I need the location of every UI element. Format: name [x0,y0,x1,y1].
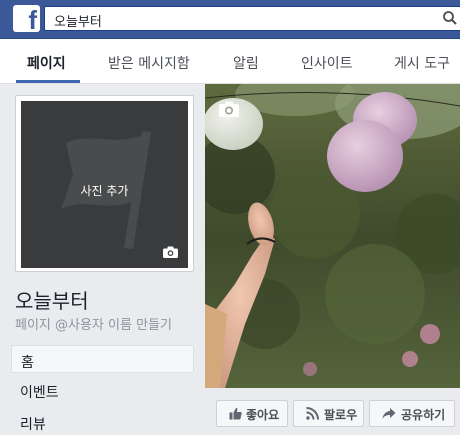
facebook-logo[interactable]: f [13,5,40,35]
add-photo-label[interactable]: 사진 추가 [21,182,188,199]
sidebar-item-label: 홈 [21,355,34,371]
create-username-link[interactable]: 페이지 @사용자 이름 만들기 [15,314,172,333]
search-box[interactable]: 오늘부터 [44,6,460,31]
share-arrow-icon [382,408,396,419]
follow-button-label: 팔로우 [324,408,358,422]
share-button-label: 공유하기 [401,408,446,422]
top-navigation-bar: f 오늘부터 [0,0,460,39]
tab-publishing-tools[interactable]: 게시 도구 [394,53,450,73]
profile-picture-card[interactable]: 사진 추가 [15,95,194,272]
active-tab-indicator [16,80,80,83]
sidebar-item-home[interactable]: 홈 [11,345,194,373]
tab-inbox[interactable]: 받은 메시지함 [108,53,190,73]
sidebar-item-label: 리뷰 [20,417,46,433]
camera-icon[interactable] [219,101,239,117]
search-icon[interactable] [442,10,458,26]
cover-photo-image [205,84,460,388]
sidebar-item-reviews[interactable]: 리뷰 [11,408,194,435]
page-tab-bar: 페이지 받은 메시지함 알림 인사이트 게시 도구 [0,39,460,84]
sidebar-item-events[interactable]: 이벤트 [11,376,194,404]
tab-insights[interactable]: 인사이트 [301,53,353,73]
facebook-logo-letter: f [28,5,37,35]
share-button[interactable]: 공유하기 [369,400,455,427]
sidebar-item-label: 이벤트 [20,385,59,401]
thumbs-up-icon [229,407,242,420]
like-button-label: 좋아요 [246,408,280,422]
page-title: 오늘부터 [15,289,89,313]
rss-icon [306,407,319,420]
cover-photo[interactable] [205,84,460,388]
camera-icon[interactable] [163,246,178,258]
follow-button[interactable]: 팔로우 [293,400,364,427]
like-button[interactable]: 좋아요 [216,400,288,427]
profile-picture-placeholder[interactable]: 사진 추가 [21,101,188,268]
tab-notifications[interactable]: 알림 [233,53,259,73]
tab-page[interactable]: 페이지 [27,53,66,73]
search-input[interactable]: 오늘부터 [54,11,102,30]
page-action-bar: 좋아요 팔로우 공유하기 [205,388,460,435]
